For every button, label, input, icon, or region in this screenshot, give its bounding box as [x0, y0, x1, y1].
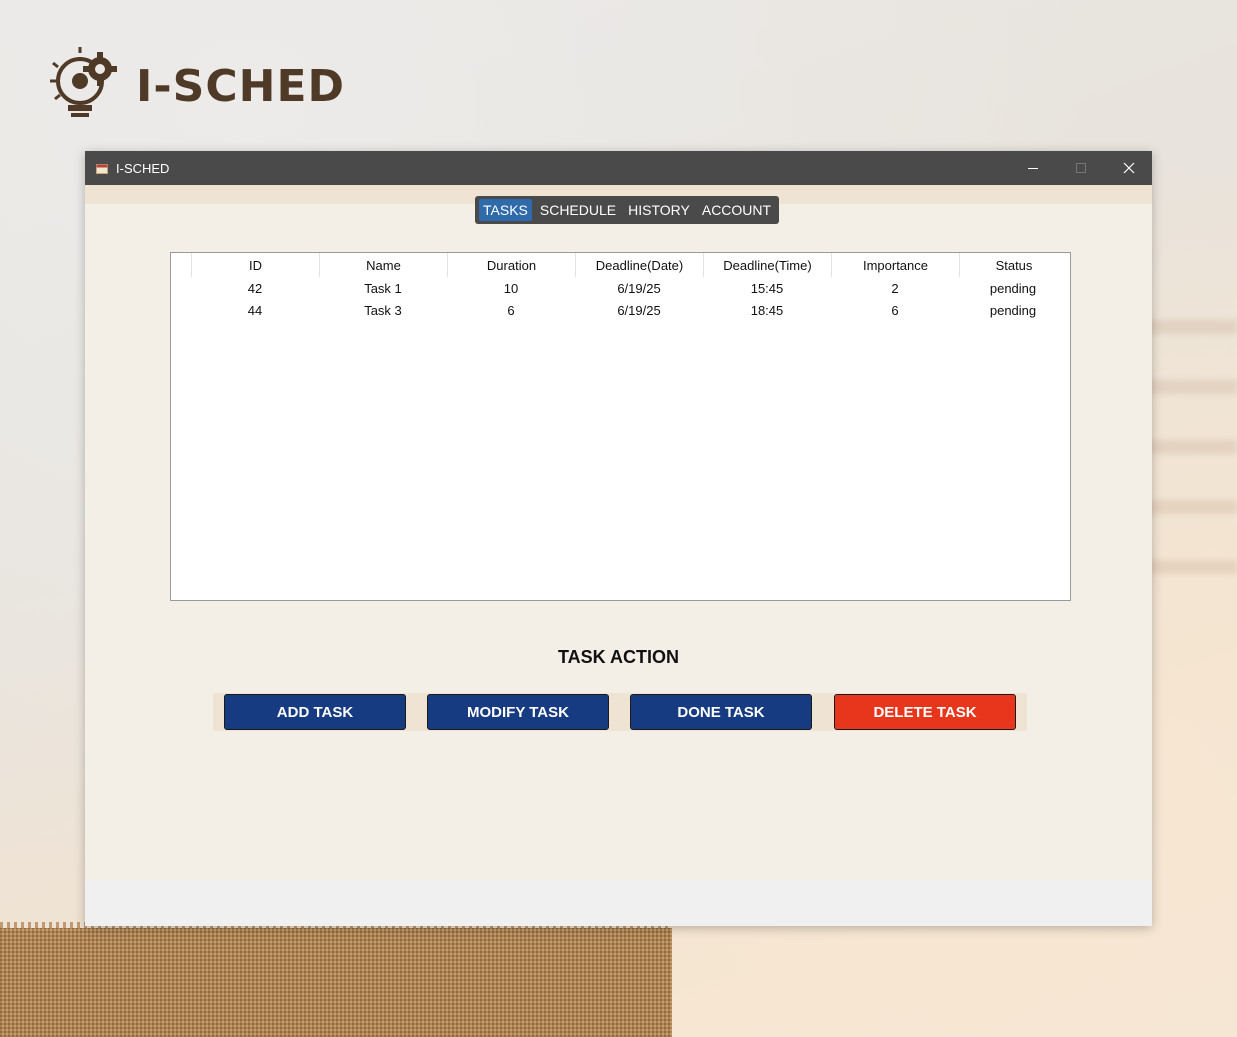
background-shadow — [1147, 440, 1237, 454]
background-shadow — [1147, 560, 1237, 574]
brand-logo: I-SCHED — [50, 46, 346, 126]
cell-duration: 10 — [503, 280, 519, 296]
cell-importance: 6 — [891, 302, 899, 318]
close-icon — [1123, 162, 1135, 174]
window-title: I-SCHED — [116, 160, 170, 176]
app-window: I-SCHED TASKS SCHEDULE HISTORY ACCOUNT I… — [85, 151, 1152, 926]
cell-importance: 2 — [891, 280, 899, 296]
cell-deadline-time: 15:45 — [750, 280, 784, 296]
cell-id: 44 — [247, 302, 263, 318]
window-titlebar[interactable]: I-SCHED — [85, 151, 1152, 185]
calendar-icon — [96, 163, 108, 174]
lightbulb-gear-icon — [50, 46, 122, 126]
minimize-icon — [1028, 168, 1038, 169]
close-button[interactable] — [1106, 151, 1152, 185]
column-header-name[interactable]: Name — [320, 253, 448, 277]
column-header-id[interactable]: ID — [192, 253, 320, 277]
column-header-duration[interactable]: Duration — [448, 253, 576, 277]
cell-deadline-date: 6/19/25 — [617, 280, 661, 296]
task-action-title: TASK ACTION — [558, 647, 679, 667]
add-task-button[interactable]: ADD TASK — [224, 694, 406, 730]
cell-duration: 6 — [507, 302, 515, 318]
background-shadow — [1147, 320, 1237, 334]
tab-tasks[interactable]: TASKS — [479, 199, 532, 221]
maximize-button[interactable] — [1058, 151, 1104, 185]
column-header-deadline-time[interactable]: Deadline(Time) — [704, 253, 832, 277]
background-shadow — [1147, 380, 1237, 394]
tab-bar: TASKS SCHEDULE HISTORY ACCOUNT — [475, 196, 780, 224]
window-footer — [85, 880, 1152, 926]
modify-task-button[interactable]: MODIFY TASK — [427, 694, 609, 730]
maximize-icon — [1076, 163, 1086, 173]
done-task-button[interactable]: DONE TASK — [630, 694, 812, 730]
column-header-deadline-date[interactable]: Deadline(Date) — [576, 253, 704, 277]
delete-task-button[interactable]: DELETE TASK — [834, 694, 1016, 730]
burlap-texture — [0, 928, 672, 1037]
tab-schedule[interactable]: SCHEDULE — [536, 199, 620, 221]
background-shadow — [1147, 500, 1237, 514]
cell-id: 42 — [247, 280, 263, 296]
cell-name: Task 3 — [364, 302, 402, 318]
minimize-button[interactable] — [1010, 151, 1056, 185]
column-header-status[interactable]: Status — [960, 253, 1068, 277]
tab-history[interactable]: HISTORY — [624, 199, 694, 221]
cell-name: Task 1 — [364, 280, 402, 296]
row-spacer — [171, 299, 191, 321]
cell-status: pending — [989, 302, 1037, 318]
header-spacer — [171, 253, 192, 277]
tab-account[interactable]: ACCOUNT — [698, 199, 775, 221]
cell-deadline-date: 6/19/25 — [617, 302, 661, 318]
table-header: ID Name Duration Deadline(Date) Deadline… — [171, 253, 1070, 277]
cell-deadline-time: 18:45 — [750, 302, 784, 318]
table-row[interactable]: 42 Task 1 10 6/19/25 15:45 2 pending — [171, 277, 1070, 299]
brand-title: I-SCHED — [136, 60, 346, 112]
table-row[interactable]: 44 Task 3 6 6/19/25 18:45 6 pending — [171, 299, 1070, 321]
task-table[interactable]: ID Name Duration Deadline(Date) Deadline… — [170, 252, 1071, 601]
cell-status: pending — [989, 280, 1037, 296]
column-header-importance[interactable]: Importance — [832, 253, 960, 277]
row-spacer — [171, 277, 191, 299]
